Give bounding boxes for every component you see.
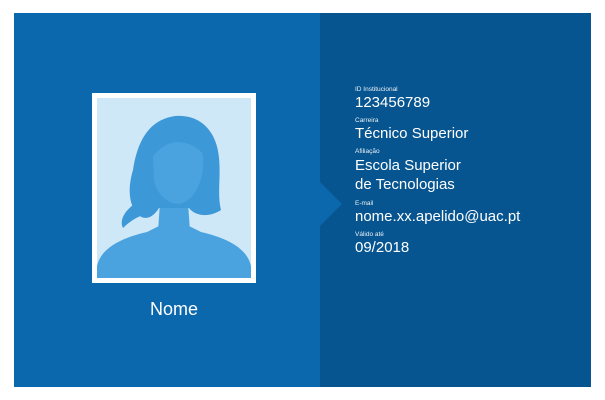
valid-until-field: Válido até 09/2018	[355, 231, 591, 256]
valid-until-label: Válido até	[355, 231, 384, 238]
career-field: Carreira Técnico Superior	[355, 117, 591, 142]
info-fields: ID Institucional 123456789 Carreira Técn…	[355, 86, 591, 262]
affiliation-field: Afiliação Escola Superior de Tecnologias	[355, 148, 591, 194]
email-label: E-mail	[355, 200, 374, 207]
email-field: E-mail nome.xx.apelido@uac.pt	[355, 200, 591, 225]
institutional-id-field: ID Institucional 123456789	[355, 86, 591, 111]
photo-placeholder	[97, 98, 251, 278]
affiliation-label: Afiliação	[355, 148, 380, 155]
panel-arrow	[320, 182, 342, 226]
valid-until-value: 09/2018	[355, 239, 410, 256]
female-avatar-silhouette-icon	[97, 115, 251, 278]
affiliation-value-line1: Escola Superior	[355, 157, 461, 174]
career-label: Carreira	[355, 117, 379, 124]
photo-frame	[92, 93, 256, 283]
email-value: nome.xx.apelido@uac.pt	[355, 208, 521, 225]
id-card: Nome ID Institucional 123456789 Carreira…	[14, 13, 591, 387]
cardholder-name: Nome	[149, 299, 198, 319]
institutional-id-label: ID Institucional	[355, 86, 398, 93]
career-value: Técnico Superior	[355, 125, 469, 142]
affiliation-value-line2: de Tecnologias	[355, 176, 455, 193]
institutional-id-value: 123456789	[355, 94, 431, 111]
